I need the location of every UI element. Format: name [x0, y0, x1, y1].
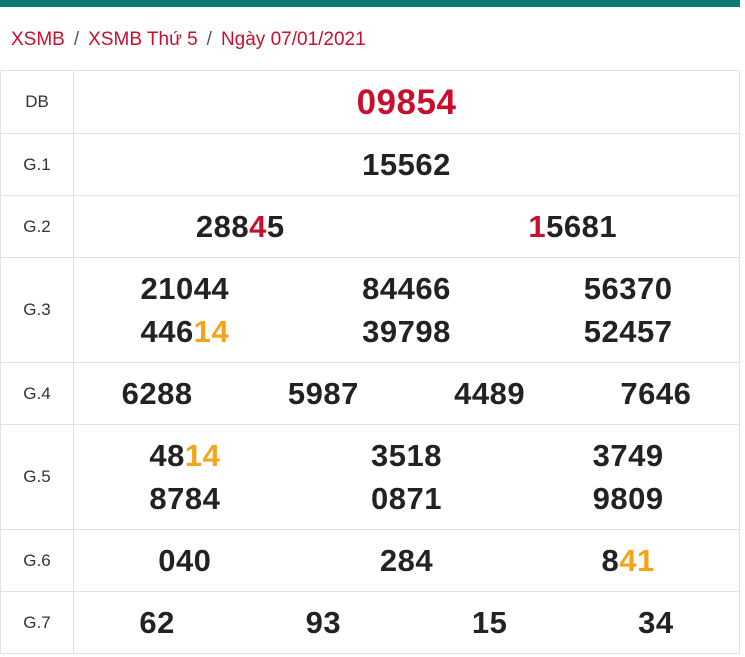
breadcrumb-separator: / [206, 29, 212, 50]
prize-number: 7646 [620, 376, 692, 411]
number-part: 48 [149, 438, 185, 473]
highlighted-digit: 4 [249, 209, 267, 244]
prize-row-g3: G.3 21044 84466 56370 44614 39798 52457 [0, 257, 740, 363]
prize-row-g4: G.4 6288 5987 4489 7646 [0, 362, 740, 425]
prize-number: 5987 [287, 376, 359, 411]
prize-label: G.5 [0, 424, 74, 530]
number-part: 5 [266, 209, 285, 244]
prize-row-g2: G.2 28845 15681 [0, 195, 740, 258]
prize-number: 0871 [371, 481, 442, 516]
prize-row-g7: G.7 62 93 15 34 [0, 591, 740, 654]
prize-label: G.3 [0, 257, 74, 363]
prize-label: G.2 [0, 195, 74, 258]
number-part: 288 [195, 209, 250, 244]
prize-row-g1: G.1 15562 [0, 133, 740, 196]
special-prize-number: 09854 [356, 82, 457, 122]
highlighted-digits: 14 [193, 314, 230, 349]
highlighted-digits: 41 [619, 543, 655, 578]
prize-number: 44614 [74, 310, 296, 353]
prize-number: 040 [158, 543, 212, 578]
prize-number: 21044 [140, 271, 230, 306]
breadcrumb-separator: / [73, 29, 80, 50]
results-table: DB 09854 G.1 15562 G.2 28845 15681 G.3 2… [0, 70, 740, 654]
prize-numbers: 21044 84466 56370 44614 39798 52457 [73, 257, 740, 363]
prize-numbers: 28845 15681 [73, 195, 740, 258]
highlighted-digit: 1 [528, 209, 547, 244]
prize-number: 93 [305, 605, 342, 640]
prize-number: 84466 [362, 271, 451, 306]
prize-number: 15681 [407, 205, 740, 248]
prize-number: 284 [379, 543, 434, 578]
prize-label: G.7 [0, 591, 74, 654]
prize-numbers: 09854 [73, 70, 740, 134]
highlighted-digits: 14 [184, 438, 221, 473]
prize-number: 34 [638, 605, 674, 640]
breadcrumb: XSMB / XSMB Thứ 5 / Ngày 07/01/2021 [11, 29, 366, 51]
prize-number: 8784 [149, 481, 221, 516]
prize-label: G.4 [0, 362, 74, 425]
prize-numbers: 62 93 15 34 [73, 591, 740, 654]
prize-label: DB [0, 70, 74, 134]
prize-numbers: 040 284 841 [73, 529, 740, 592]
prize-number: 15562 [362, 147, 451, 182]
prize-number: 841 [517, 539, 739, 582]
prize-number: 9809 [592, 481, 664, 516]
breadcrumb-date-link[interactable]: Ngày 07/01/2021 [221, 29, 366, 50]
prize-label: G.6 [0, 529, 74, 592]
prize-number: 28845 [74, 205, 407, 248]
prize-label: G.1 [0, 133, 74, 196]
number-part: 5681 [546, 209, 618, 244]
prize-numbers: 15562 [73, 133, 740, 196]
prize-number: 52457 [583, 314, 673, 349]
prize-number: 4489 [454, 376, 526, 411]
prize-number: 3749 [592, 438, 664, 473]
prize-number: 6288 [121, 376, 193, 411]
prize-number: 15 [471, 605, 508, 640]
prize-row-db: DB 09854 [0, 70, 740, 134]
number-part: 8 [601, 543, 620, 578]
prize-number: 56370 [583, 271, 673, 306]
prize-number: 4814 [74, 434, 296, 477]
breadcrumb-home-link[interactable]: XSMB [11, 29, 65, 50]
prize-row-g6: G.6 040 284 841 [0, 529, 740, 592]
number-part: 446 [140, 314, 194, 349]
prize-numbers: 6288 5987 4489 7646 [73, 362, 740, 425]
prize-row-g5: G.5 4814 3518 3749 8784 0871 9809 [0, 424, 740, 530]
prize-number: 62 [139, 605, 175, 640]
prize-number: 3518 [371, 438, 442, 473]
breadcrumb-day-link[interactable]: XSMB Thứ 5 [88, 29, 198, 50]
prize-numbers: 4814 3518 3749 8784 0871 9809 [73, 424, 740, 530]
top-accent-bar [0, 0, 740, 7]
prize-number: 39798 [362, 314, 451, 349]
